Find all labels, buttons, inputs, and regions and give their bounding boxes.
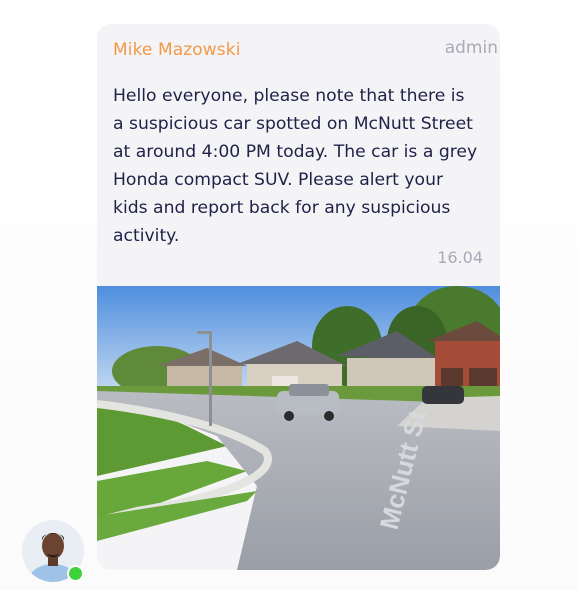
chat-thread: Mike Mazowski admin Hello everyone, plea… xyxy=(0,0,578,590)
attached-photo[interactable]: McNutt St xyxy=(97,286,500,570)
message-bubble[interactable]: Mike Mazowski admin Hello everyone, plea… xyxy=(97,24,500,570)
online-status-indicator xyxy=(67,565,84,582)
message-timestamp: 16.04 xyxy=(437,248,483,267)
sender-name[interactable]: Mike Mazowski xyxy=(113,40,241,60)
message-text: Hello everyone, please note that there i… xyxy=(113,86,478,246)
sender-role-badge: admin xyxy=(444,38,498,58)
street-photo-image: McNutt St xyxy=(97,286,500,570)
